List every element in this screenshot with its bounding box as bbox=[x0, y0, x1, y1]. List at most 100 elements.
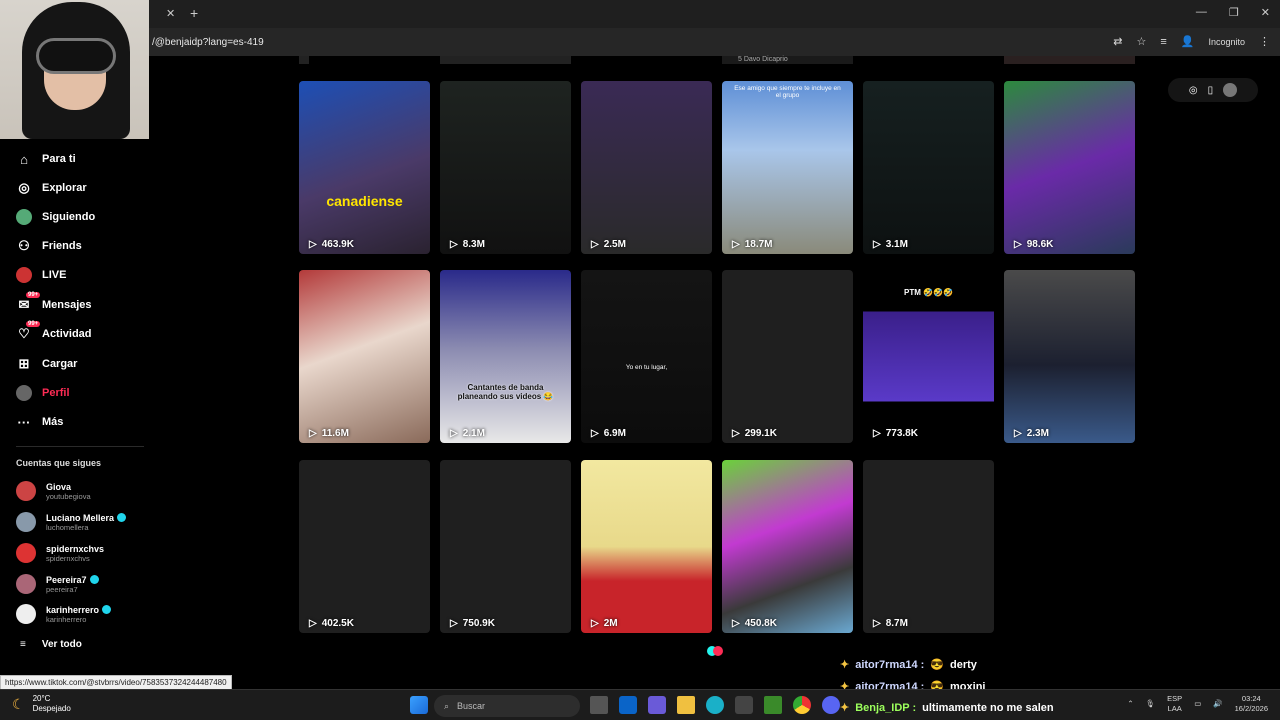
play-icon: ▷ bbox=[732, 618, 740, 629]
status-url: https://www.tiktok.com/@stvbrrs/video/75… bbox=[0, 675, 232, 690]
translate-icon[interactable]: ⇄ bbox=[1113, 35, 1122, 48]
play-icon: ▷ bbox=[732, 428, 740, 439]
mic-icon[interactable]: 🎙 bbox=[1146, 699, 1156, 709]
taskbar-search[interactable]: ⌕ Buscar bbox=[434, 695, 580, 717]
outlook-icon[interactable] bbox=[619, 696, 637, 714]
messages-icon: ✉ 99+ bbox=[18, 292, 41, 312]
video-tile[interactable]: Yo en tu lugar, ▷ 6.9M bbox=[581, 270, 712, 443]
play-icon: ▷ bbox=[873, 618, 881, 629]
nav-mensajes[interactable]: ✉ 99+ Mensajes bbox=[16, 292, 92, 313]
video-tile[interactable]: ▷ 750.9K bbox=[440, 460, 571, 633]
video-tile[interactable]: canadiense ▷ 463.9K bbox=[299, 81, 430, 254]
following-item[interactable]: Giova youtubegiova bbox=[16, 481, 91, 501]
play-icon: ▷ bbox=[873, 239, 881, 250]
nav-explorar[interactable]: ◎ Explorar bbox=[16, 180, 86, 196]
minecraft-icon[interactable] bbox=[764, 696, 782, 714]
nav-perfil[interactable]: Perfil bbox=[16, 385, 70, 401]
video-tile[interactable]: ▷ 299.1K bbox=[722, 270, 853, 443]
video-tile[interactable]: ▷ 8.3M bbox=[440, 81, 571, 254]
discord-icon[interactable] bbox=[822, 696, 840, 714]
new-tab-icon[interactable]: + bbox=[190, 5, 198, 21]
emoji-icon: 😎 bbox=[930, 659, 945, 671]
compass-icon: ◎ bbox=[18, 180, 30, 195]
media-icon[interactable]: ≡ bbox=[1160, 36, 1166, 48]
close-tab-icon[interactable]: ✕ bbox=[166, 7, 175, 20]
windows-start-icon[interactable] bbox=[410, 696, 428, 714]
view-count: ▷ 299.1K bbox=[732, 428, 777, 439]
nav-cargar[interactable]: ⊞ Cargar bbox=[16, 356, 78, 372]
chat-message: ✦ aitor7rma14 : 😎 derty bbox=[840, 658, 977, 672]
maximize-icon[interactable]: ❐ bbox=[1229, 6, 1239, 19]
nav-mas[interactable]: ··· Más bbox=[16, 414, 64, 430]
nav-friends[interactable]: ⚇ Friends bbox=[16, 238, 82, 254]
top-right-toolbar: ◎ ▯ bbox=[1168, 78, 1258, 102]
following-item[interactable]: spidernxchvs spidernxchvs bbox=[16, 543, 104, 563]
phone-icon[interactable]: ▯ bbox=[1208, 85, 1214, 96]
following-item[interactable]: karinherrero karinherrero bbox=[16, 604, 112, 624]
play-icon: ▷ bbox=[732, 239, 740, 250]
teams-icon[interactable] bbox=[648, 696, 666, 714]
network-icon[interactable]: ▭ bbox=[1194, 699, 1201, 709]
video-tile[interactable]: ▷ 450.8K bbox=[722, 460, 853, 633]
loading-dots bbox=[707, 646, 725, 656]
moon-icon: ☾ bbox=[12, 695, 25, 712]
language-indicator[interactable]: ESP LAA bbox=[1167, 694, 1182, 714]
video-tile[interactable]: ▷ 3.1M bbox=[863, 81, 994, 254]
following-title: Cuentas que sigues bbox=[16, 458, 102, 468]
more-icon: ··· bbox=[17, 414, 31, 430]
play-icon: ▷ bbox=[591, 239, 599, 250]
partial-caption: 5 Davo Dicaprio bbox=[722, 56, 853, 64]
menu-kebab-icon[interactable]: ⋮ bbox=[1259, 35, 1270, 48]
webcam-overlay bbox=[0, 0, 149, 139]
video-tile[interactable]: ▷ 98.6K bbox=[1004, 81, 1135, 254]
store-icon[interactable] bbox=[735, 696, 753, 714]
search-icon: ⌕ bbox=[444, 700, 450, 711]
video-tile[interactable]: Ese amigo que siempre te incluye en el g… bbox=[722, 81, 853, 254]
chat-message: ✦ Benja_IDP : ultimamente no me salen bbox=[840, 701, 1058, 714]
following-item[interactable]: Luciano Mellera luchomellera bbox=[16, 512, 127, 532]
taskbar: ☾ 20°C Despejado ⌕ Buscar ✦ Benja_IDP : ulti… bbox=[0, 689, 1280, 720]
chevron-up-icon[interactable]: ⌃ bbox=[1127, 699, 1133, 709]
verified-icon bbox=[102, 604, 112, 614]
bookmark-star-icon[interactable]: ☆ bbox=[1136, 35, 1146, 48]
see-all-link[interactable]: ≡ Ver todo bbox=[20, 639, 82, 650]
minimize-icon[interactable]: — bbox=[1196, 6, 1207, 19]
avatar-icon bbox=[16, 209, 32, 225]
view-count: ▷ 2.1M bbox=[450, 428, 485, 439]
nav-siguiendo[interactable]: Siguiendo bbox=[16, 209, 95, 225]
incognito-label: Incognito bbox=[1208, 36, 1245, 47]
nav-actividad[interactable]: ♡ 99+ Actividad bbox=[16, 321, 92, 342]
url-field[interactable]: /@benjaidp?lang=es-419 bbox=[152, 37, 264, 48]
video-tile[interactable]: ▷ 2.5M bbox=[581, 81, 712, 254]
video-tile[interactable]: Cantantes de banda planeando sus videos … bbox=[440, 270, 571, 443]
view-count: ▷ 11.6M bbox=[309, 428, 349, 439]
play-icon: ▷ bbox=[873, 428, 881, 439]
video-tile[interactable]: ▷ 8.7M bbox=[863, 460, 994, 633]
incognito-icon: 👤 bbox=[1180, 36, 1195, 48]
avatar bbox=[16, 543, 36, 563]
messages-badge: 99+ bbox=[26, 292, 41, 298]
video-tile[interactable]: ▷ 2M bbox=[581, 460, 712, 633]
volume-icon[interactable]: 🔊 bbox=[1213, 699, 1222, 709]
file-explorer-icon[interactable] bbox=[677, 696, 695, 714]
nav-live[interactable]: LIVE bbox=[16, 267, 66, 283]
avatar[interactable] bbox=[1223, 83, 1238, 97]
play-icon: ▷ bbox=[591, 618, 599, 629]
clock[interactable]: 03:24 16/2/2026 bbox=[1235, 694, 1268, 714]
nav-para-ti[interactable]: ⌂ Para ti bbox=[16, 151, 76, 167]
profile-icon bbox=[16, 385, 32, 401]
chrome-icon[interactable] bbox=[793, 696, 811, 714]
compass-icon[interactable]: ◎ bbox=[1189, 85, 1198, 96]
close-window-icon[interactable]: ✕ bbox=[1261, 6, 1270, 19]
video-tile[interactable]: PTM 🤣🤣🤣 ▷ 773.8K bbox=[863, 270, 994, 443]
view-count: ▷ 98.6K bbox=[1014, 239, 1054, 250]
play-icon: ▷ bbox=[450, 618, 458, 629]
activity-icon: ♡ 99+ bbox=[18, 321, 41, 341]
video-tile[interactable]: ▷ 402.5K bbox=[299, 460, 430, 633]
video-tile[interactable]: ▷ 2.3M bbox=[1004, 270, 1135, 443]
following-item[interactable]: Peereira7 peereira7 bbox=[16, 574, 99, 594]
weather-widget[interactable]: ☾ 20°C Despejado bbox=[12, 694, 71, 714]
edge-icon[interactable] bbox=[706, 696, 724, 714]
task-view-icon[interactable] bbox=[590, 696, 608, 714]
video-tile[interactable]: ▷ 11.6M bbox=[299, 270, 430, 443]
